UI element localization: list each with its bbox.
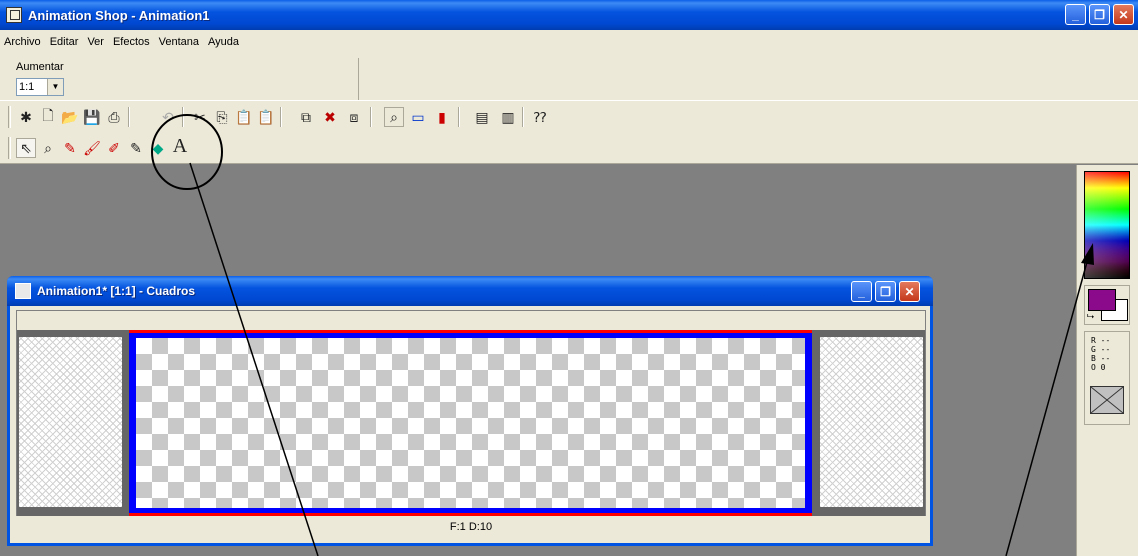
animation-frames-window: Animation1* [1:1] - Cuadros _ ❐ ✕ F:1 D:… bbox=[7, 276, 933, 546]
toolbar-grip[interactable] bbox=[8, 106, 11, 128]
print-icon[interactable]: ⎙ bbox=[104, 107, 124, 127]
new-icon[interactable]: 🗋 bbox=[38, 107, 58, 127]
zoom-label: Aumentar bbox=[16, 61, 64, 73]
zoom-value: 1:1 bbox=[19, 81, 35, 93]
paste-icon[interactable]: 📋 bbox=[234, 107, 254, 127]
transparent-color-icon[interactable] bbox=[1090, 386, 1124, 414]
zoom-icon[interactable]: ⌕ bbox=[384, 107, 404, 127]
minimize-button[interactable]: _ bbox=[1065, 4, 1086, 25]
text-tool-icon[interactable]: A bbox=[170, 135, 190, 157]
insert-frames-icon[interactable]: ⧉ bbox=[296, 107, 316, 127]
empty-frame-right bbox=[820, 337, 923, 507]
open-icon[interactable]: 📂 bbox=[60, 107, 80, 127]
swap-colors-icon[interactable]: ⮡ bbox=[1087, 312, 1094, 321]
zoom-toolbar: Aumentar 1:1 ▼ bbox=[0, 54, 1138, 100]
color-spectrum[interactable] bbox=[1084, 171, 1130, 279]
zoom-panel: Aumentar 1:1 ▼ bbox=[12, 58, 359, 100]
child-title-bar[interactable]: Animation1* [1:1] - Cuadros _ ❐ ✕ bbox=[7, 276, 933, 306]
frames-area bbox=[16, 310, 926, 516]
main-toolbar: ✱ 🗋 📂 💾 ⎙ ↶ ✂ ⎘ 📋 📋 ⧉ ✖ ⧈ ⌕ ▭ ▮ ▤ ▥ ⁇ bbox=[0, 100, 1138, 134]
color-palette-panel: ⮡ R -- G -- B -- O 0 bbox=[1076, 165, 1138, 556]
fill-tool-icon[interactable]: ◆ bbox=[148, 138, 168, 158]
tools-toolbar: ⇖ ⌕ ✎ 🖌 ✐ ✎ ◆ A bbox=[0, 134, 1138, 164]
opacity-value: O 0 bbox=[1091, 363, 1106, 372]
menu-editar[interactable]: Editar bbox=[50, 36, 79, 48]
toolbar-separator bbox=[182, 107, 184, 127]
arrow-tool-icon[interactable]: ⇖ bbox=[16, 138, 36, 158]
toolbar-separator bbox=[458, 107, 460, 127]
menu-ventana[interactable]: Ventana bbox=[159, 36, 199, 48]
child-maximize-button[interactable]: ❐ bbox=[875, 281, 896, 302]
color-swatches: ⮡ bbox=[1084, 285, 1130, 325]
menu-bar: Archivo Editar Ver Efectos Ventana Ayuda bbox=[0, 30, 1138, 54]
brush-tool-icon[interactable]: 🖌 bbox=[82, 138, 102, 158]
red-value: R -- bbox=[1091, 336, 1111, 345]
toolbar-separator bbox=[522, 107, 524, 127]
green-value: G -- bbox=[1091, 345, 1111, 354]
frame-canvas[interactable] bbox=[136, 338, 805, 508]
toolbar-grip[interactable] bbox=[8, 137, 11, 159]
foreground-color-swatch[interactable] bbox=[1088, 289, 1116, 311]
color-info: R -- G -- B -- O 0 bbox=[1084, 331, 1130, 425]
menu-ayuda[interactable]: Ayuda bbox=[208, 36, 239, 48]
delete-frames-icon[interactable]: ✖ bbox=[320, 107, 340, 127]
toolbar-separator bbox=[280, 107, 282, 127]
save-icon[interactable]: 💾 bbox=[82, 107, 102, 127]
smudge-tool-icon[interactable]: ✎ bbox=[126, 138, 146, 158]
animation-shop-app: Animation Shop - Animation1 _ ❐ ✕ Archiv… bbox=[0, 0, 1138, 556]
frame-status: F:1 D:10 bbox=[16, 518, 926, 536]
copy-frames-icon[interactable]: ⧈ bbox=[344, 107, 364, 127]
zoom-select[interactable]: 1:1 ▼ bbox=[16, 78, 64, 96]
window-title: Animation Shop - Animation1 bbox=[28, 7, 210, 23]
chevron-down-icon[interactable]: ▼ bbox=[47, 79, 63, 95]
new-wizard-icon[interactable]: ✱ bbox=[16, 107, 36, 127]
cut-icon[interactable]: ✂ bbox=[190, 107, 210, 127]
toolbar-separator bbox=[128, 107, 130, 127]
copy-icon[interactable]: ⎘ bbox=[212, 107, 232, 127]
close-button[interactable]: ✕ bbox=[1113, 4, 1134, 25]
child-close-button[interactable]: ✕ bbox=[899, 281, 920, 302]
color-bars-icon[interactable]: ▮ bbox=[432, 107, 452, 127]
blue-value: B -- bbox=[1091, 354, 1111, 363]
zoom-tool-icon[interactable]: ⌕ bbox=[38, 138, 58, 158]
paste-disabled-icon[interactable]: 📋 bbox=[256, 107, 276, 127]
help-icon[interactable]: ⁇ bbox=[530, 107, 550, 127]
menu-ver[interactable]: Ver bbox=[87, 36, 104, 48]
frame-strip bbox=[17, 330, 925, 516]
child-window-title: Animation1* [1:1] - Cuadros bbox=[37, 284, 196, 298]
app-icon bbox=[6, 7, 22, 23]
empty-frame-left bbox=[19, 337, 122, 507]
frame-1[interactable] bbox=[129, 330, 812, 516]
document-icon bbox=[15, 283, 31, 299]
frame-properties-icon[interactable]: ▭ bbox=[408, 107, 428, 127]
pencil-tool-icon[interactable]: ✎ bbox=[60, 138, 80, 158]
eraser-tool-icon[interactable]: ✐ bbox=[104, 138, 124, 158]
child-minimize-button[interactable]: _ bbox=[851, 281, 872, 302]
menu-archivo[interactable]: Archivo bbox=[4, 36, 41, 48]
view-frames-icon[interactable]: ▤ bbox=[472, 107, 492, 127]
menu-efectos[interactable]: Efectos bbox=[113, 36, 150, 48]
maximize-button[interactable]: ❐ bbox=[1089, 4, 1110, 25]
toolbar-separator bbox=[370, 107, 372, 127]
undo-icon[interactable]: ↶ bbox=[158, 107, 178, 127]
title-bar[interactable]: Animation Shop - Animation1 _ ❐ ✕ bbox=[0, 0, 1138, 30]
view-animation-icon[interactable]: ▥ bbox=[498, 107, 518, 127]
